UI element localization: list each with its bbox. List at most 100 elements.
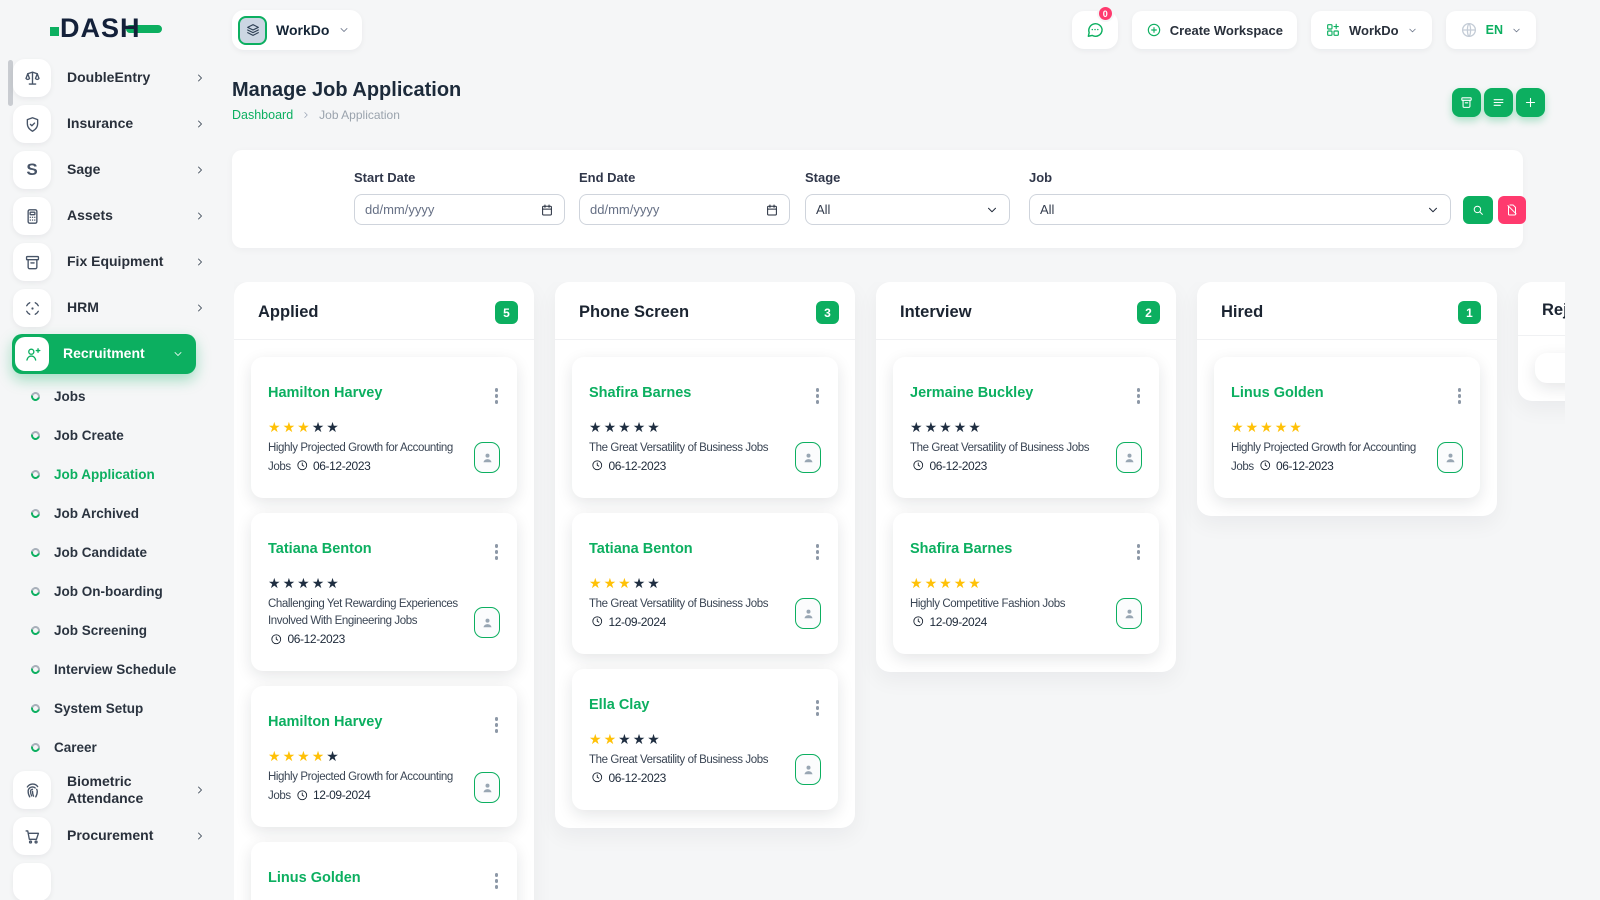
sidebar-item-procurement[interactable]: Procurement — [0, 813, 220, 859]
chevron-down-icon — [985, 203, 999, 217]
sidebar-subitem-job-archived[interactable]: Job Archived — [0, 494, 220, 533]
star-icon: ★ — [283, 419, 298, 435]
empty-card[interactable] — [1535, 353, 1565, 383]
sidebar-subitem-job-on-boarding[interactable]: Job On-boarding — [0, 572, 220, 611]
application-card[interactable]: Tatiana Benton★★★★★Challenging Yet Rewar… — [251, 513, 517, 671]
language-button[interactable]: EN — [1446, 11, 1536, 49]
app-menu-label: WorkDo — [1349, 23, 1399, 38]
star-icon: ★ — [589, 575, 604, 591]
card-menu-button[interactable] — [493, 870, 501, 892]
start-date-input[interactable]: dd/mm/yyyy — [354, 194, 565, 225]
card-menu-button[interactable] — [493, 714, 501, 736]
sidebar-item-recruitment[interactable]: Recruitment — [12, 334, 196, 374]
application-card[interactable]: Hamilton Harvey★★★★★Highly Projected Gro… — [251, 686, 517, 827]
sidebar-item-fix-equipment[interactable]: Fix Equipment — [0, 239, 220, 285]
sidebar-item-assets[interactable]: Assets — [0, 193, 220, 239]
date-text: 12-09-2024 — [930, 615, 987, 629]
chevron-right-icon — [194, 830, 206, 842]
card-menu-button[interactable] — [814, 697, 822, 719]
start-date-filter: Start Date dd/mm/yyyy — [354, 170, 565, 225]
sidebar-subitem-job-application[interactable]: Job Application — [0, 455, 220, 494]
sage-icon: S — [13, 151, 51, 189]
sidebar-item-doubleentry[interactable]: DoubleEntry — [0, 55, 220, 101]
card-menu-button[interactable] — [493, 385, 501, 407]
stage-select[interactable]: All — [805, 194, 1010, 225]
workspace-switcher[interactable]: WorkDo — [232, 10, 362, 50]
date-text: 12-09-2024 — [313, 788, 370, 802]
application-card[interactable]: Tatiana Benton★★★★★The Great Versatility… — [572, 513, 838, 654]
reset-filter-button[interactable] — [1498, 196, 1526, 224]
bullet-icon — [29, 390, 41, 402]
fingerprint-icon — [13, 771, 51, 809]
candidate-name-link[interactable]: Linus Golden — [1231, 385, 1324, 401]
sidebar-item-label: HRM — [67, 299, 194, 317]
sidebar-item-sage[interactable]: SSage — [0, 147, 220, 193]
sidebar-subitem-interview-schedule[interactable]: Interview Schedule — [0, 650, 220, 689]
card-menu-button[interactable] — [1456, 385, 1464, 407]
add-application-button[interactable] — [1516, 88, 1545, 117]
column-title: Interview — [900, 303, 972, 322]
list-view-button[interactable] — [1484, 88, 1513, 117]
candidate-name-link[interactable]: Hamilton Harvey — [268, 385, 382, 401]
sidebar-subitem-jobs[interactable]: Jobs — [0, 377, 220, 416]
equipment-box-icon — [13, 243, 51, 281]
application-card[interactable]: Hamilton Harvey★★★★★Highly Projected Gro… — [251, 357, 517, 498]
clock-icon — [591, 615, 604, 628]
application-card[interactable]: Jermaine Buckley★★★★★The Great Versatili… — [893, 357, 1159, 498]
card-menu-button[interactable] — [1135, 541, 1143, 563]
sidebar-item-biometric-attendance[interactable]: Biometric Attendance — [0, 767, 220, 813]
job-title-text: Highly Competitive Fashion Jobs — [910, 598, 1065, 610]
archive-button[interactable] — [1452, 88, 1481, 117]
candidate-name-link[interactable]: Tatiana Benton — [268, 541, 372, 557]
messages-button[interactable]: 0 — [1072, 11, 1118, 49]
candidate-name-link[interactable]: Tatiana Benton — [589, 541, 693, 557]
star-icon: ★ — [268, 748, 283, 764]
candidate-avatar — [474, 607, 500, 638]
breadcrumb-dashboard-link[interactable]: Dashboard — [232, 108, 293, 122]
card-menu-button[interactable] — [493, 541, 501, 563]
candidate-avatar — [795, 754, 821, 785]
application-card[interactable]: Shafira Barnes ★★★★★ Highly Competitive Fa… — [893, 513, 1159, 654]
sidebar-subitem-label: Job Create — [54, 428, 124, 443]
search-button[interactable] — [1463, 196, 1493, 224]
job-title-text: The Great Versatility of Business Jobs — [910, 442, 1089, 454]
star-rating: ★★★★★ — [910, 576, 1142, 590]
candidate-name-link[interactable]: Linus Golden — [268, 870, 361, 886]
end-date-filter: End Date dd/mm/yyyy — [579, 170, 790, 225]
sidebar-item-hrm[interactable]: HRM — [0, 285, 220, 331]
application-card[interactable]: Ella Clay★★★★★The Great Versatility of B… — [572, 669, 838, 810]
create-workspace-label: Create Workspace — [1170, 23, 1283, 38]
sidebar-subitem-job-candidate[interactable]: Job Candidate — [0, 533, 220, 572]
column-count-badge: 5 — [495, 301, 518, 324]
star-icon: ★ — [312, 419, 327, 435]
app-menu-button[interactable]: WorkDo — [1311, 11, 1432, 49]
star-icon: ★ — [618, 731, 633, 747]
grid-plus-icon — [1325, 22, 1341, 38]
app-logo: DASH — [50, 14, 162, 44]
candidate-name-link[interactable]: Hamilton Harvey — [268, 714, 382, 730]
application-card[interactable]: Shafira Barnes★★★★★The Great Versatility… — [572, 357, 838, 498]
candidate-name-link[interactable]: Shafira Barnes — [910, 541, 1012, 557]
job-select[interactable]: All — [1029, 194, 1451, 225]
create-workspace-button[interactable]: Create Workspace — [1132, 11, 1297, 49]
clock-icon — [296, 459, 309, 472]
candidate-name-link[interactable]: Jermaine Buckley — [910, 385, 1033, 401]
end-date-input[interactable]: dd/mm/yyyy — [579, 194, 790, 225]
sidebar-item-insurance[interactable]: Insurance — [0, 101, 220, 147]
column-count-badge: 1 — [1458, 301, 1481, 324]
date-text: 06-12-2023 — [930, 459, 987, 473]
candidate-name-link[interactable]: Shafira Barnes — [589, 385, 691, 401]
application-card[interactable]: Linus Golden★★★★★Highly Projected Growth… — [1214, 357, 1480, 498]
sidebar-item-hidden[interactable] — [0, 859, 220, 900]
column-cards — [1518, 336, 1565, 401]
candidate-name-link[interactable]: Ella Clay — [589, 697, 649, 713]
sidebar-subitem-job-create[interactable]: Job Create — [0, 416, 220, 455]
card-menu-button[interactable] — [814, 385, 822, 407]
chat-bubble-icon — [1085, 20, 1105, 40]
sidebar-subitem-career[interactable]: Career — [0, 728, 220, 767]
application-card[interactable]: Linus Golden — [251, 842, 517, 900]
card-menu-button[interactable] — [814, 541, 822, 563]
card-menu-button[interactable] — [1135, 385, 1143, 407]
sidebar-subitem-system-setup[interactable]: System Setup — [0, 689, 220, 728]
sidebar-subitem-job-screening[interactable]: Job Screening — [0, 611, 220, 650]
